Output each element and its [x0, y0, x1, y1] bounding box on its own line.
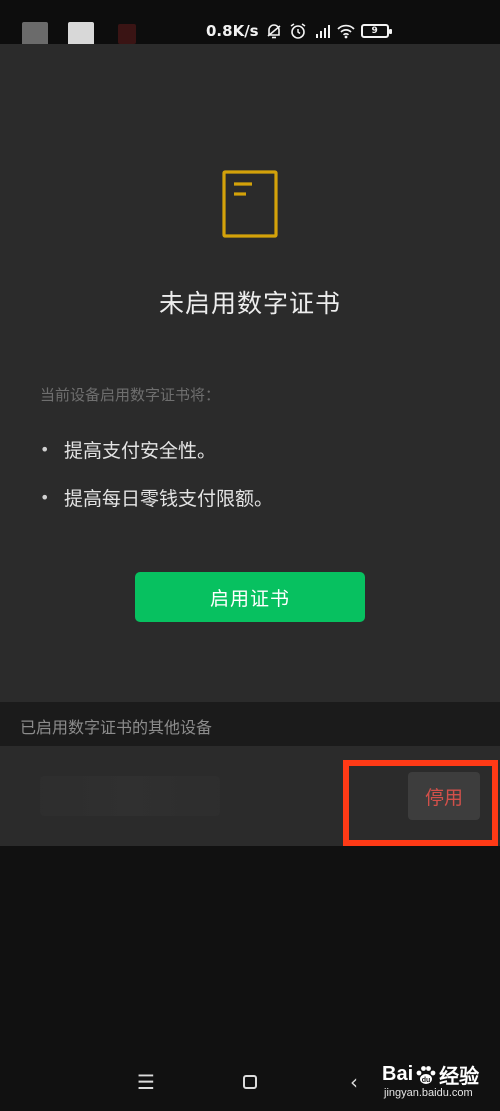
menu-icon[interactable]: ☰ [132, 1068, 160, 1096]
battery-icon: 9 [360, 24, 392, 38]
svg-text:du: du [422, 1077, 431, 1084]
watermark-logo-right: 经验 [439, 1066, 480, 1088]
home-icon[interactable] [236, 1068, 264, 1096]
hd-signal-icon [315, 25, 330, 38]
disable-button[interactable]: 停用 [408, 772, 480, 820]
notification-icon-blurred [22, 22, 48, 46]
net-speed: 0.8K/s [206, 22, 259, 40]
bullet-icon: • [40, 488, 50, 507]
wifi-icon [336, 24, 355, 39]
device-row: 停用 [0, 746, 500, 846]
notification-icon-blurred [68, 22, 94, 46]
watermark-url: jingyan.baidu.com [384, 1087, 473, 1099]
device-name-blurred [40, 776, 220, 816]
certificate-status-card: 未启用数字证书 当前设备启用数字证书将： • 提高支付安全性。 • 提高每日零钱… [0, 44, 500, 702]
certificate-document-icon [222, 170, 278, 238]
watermark-logo-left: Bai [382, 1063, 414, 1085]
bullet-icon: • [40, 440, 50, 459]
screen: 0.8K/s 9 未启用数字证书 当前设备启用数字证书将： • 提高支付安全性。… [0, 0, 500, 1111]
other-devices-section-header: 已启用数字证书的其他设备 [0, 702, 500, 746]
watermark-logo: Bai du 经验 [382, 1060, 479, 1089]
battery-level: 9 [371, 26, 378, 36]
section-title: 已启用数字证书的其他设备 [20, 718, 213, 737]
alarm-icon [290, 23, 306, 39]
bell-off-icon [267, 24, 281, 39]
home-square-icon [243, 1075, 257, 1089]
status-bar: 0.8K/s 9 [0, 0, 500, 46]
description-intro: 当前设备启用数字证书将： [40, 386, 221, 404]
back-icon[interactable]: ‹ [340, 1068, 368, 1096]
benefit-text: 提高支付安全性。 [64, 440, 217, 462]
notification-icon-blurred [118, 24, 136, 44]
enable-certificate-button[interactable]: 启用证书 [135, 572, 365, 622]
benefit-item: • 提高支付安全性。 [40, 436, 216, 463]
benefit-item: • 提高每日零钱支付限额。 [40, 484, 273, 511]
page-title: 未启用数字证书 [158, 289, 341, 318]
benefit-text: 提高每日零钱支付限额。 [64, 488, 274, 510]
status-indicators: 0.8K/s 9 [206, 18, 392, 44]
baidu-jingyan-watermark: Bai du 经验 jingyan.baidu.com [382, 1060, 500, 1106]
paw-icon: du [416, 1065, 436, 1084]
